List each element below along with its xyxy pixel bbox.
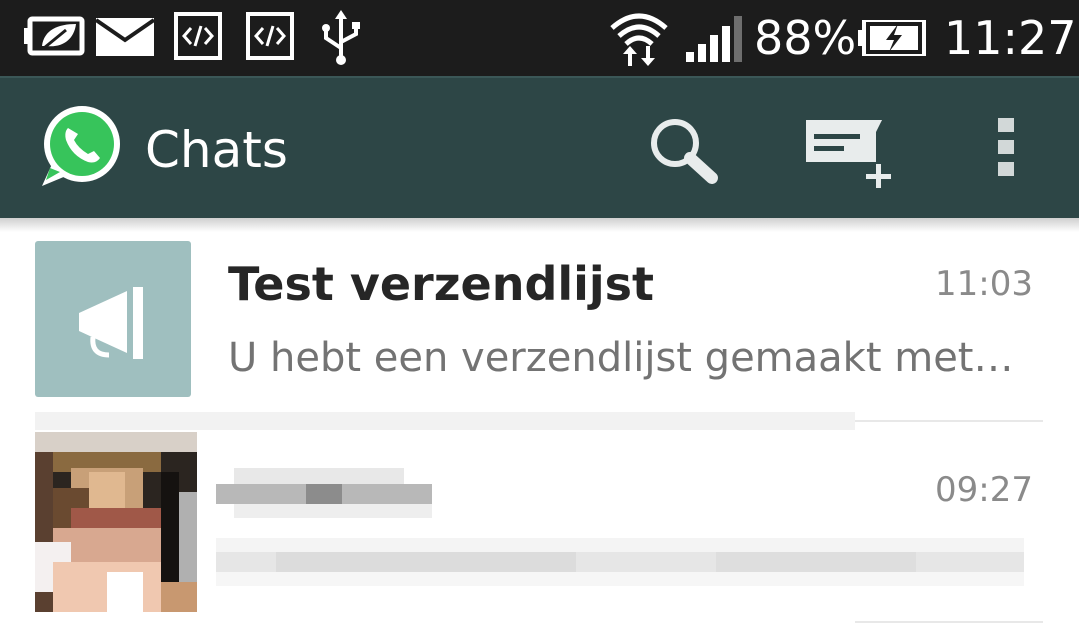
broadcast-megaphone-icon	[79, 287, 143, 359]
code-icon	[174, 12, 222, 60]
new-chat-icon[interactable]	[806, 120, 896, 190]
search-icon[interactable]	[648, 116, 720, 184]
avatar	[35, 241, 191, 397]
clock: 11:27	[944, 11, 1077, 65]
status-bar: 88% 11:27	[0, 0, 1079, 76]
page-title: Chats	[145, 121, 288, 179]
eco-battery-icon	[24, 16, 85, 56]
chat-preview-redacted	[216, 538, 1024, 586]
chat-name-redacted	[216, 468, 432, 520]
email-icon	[96, 18, 154, 56]
divider	[855, 621, 1043, 623]
usb-icon	[322, 10, 360, 65]
overflow-menu-icon[interactable]	[996, 118, 1020, 178]
battery-charging-icon	[858, 20, 926, 56]
action-bar-shadow	[0, 218, 1079, 232]
chat-time: 09:27	[935, 470, 1033, 510]
chat-preview: U hebt een verzendlijst gemaakt met…	[228, 335, 1014, 381]
avatar	[35, 432, 197, 612]
chat-time: 11:03	[935, 264, 1033, 304]
divider	[35, 412, 855, 430]
chat-list-item[interactable]: Test verzendlijst 11:03 U hebt een verze…	[0, 232, 1079, 422]
code-icon	[246, 12, 294, 60]
battery-percent: 88%	[754, 11, 857, 65]
chat-list-item[interactable]: 09:27	[0, 430, 1079, 625]
divider	[855, 420, 1043, 422]
whatsapp-logo-icon[interactable]	[38, 106, 126, 188]
wifi-icon	[610, 13, 668, 66]
signal-icon	[686, 16, 742, 62]
chat-name: Test verzendlijst	[228, 257, 655, 311]
